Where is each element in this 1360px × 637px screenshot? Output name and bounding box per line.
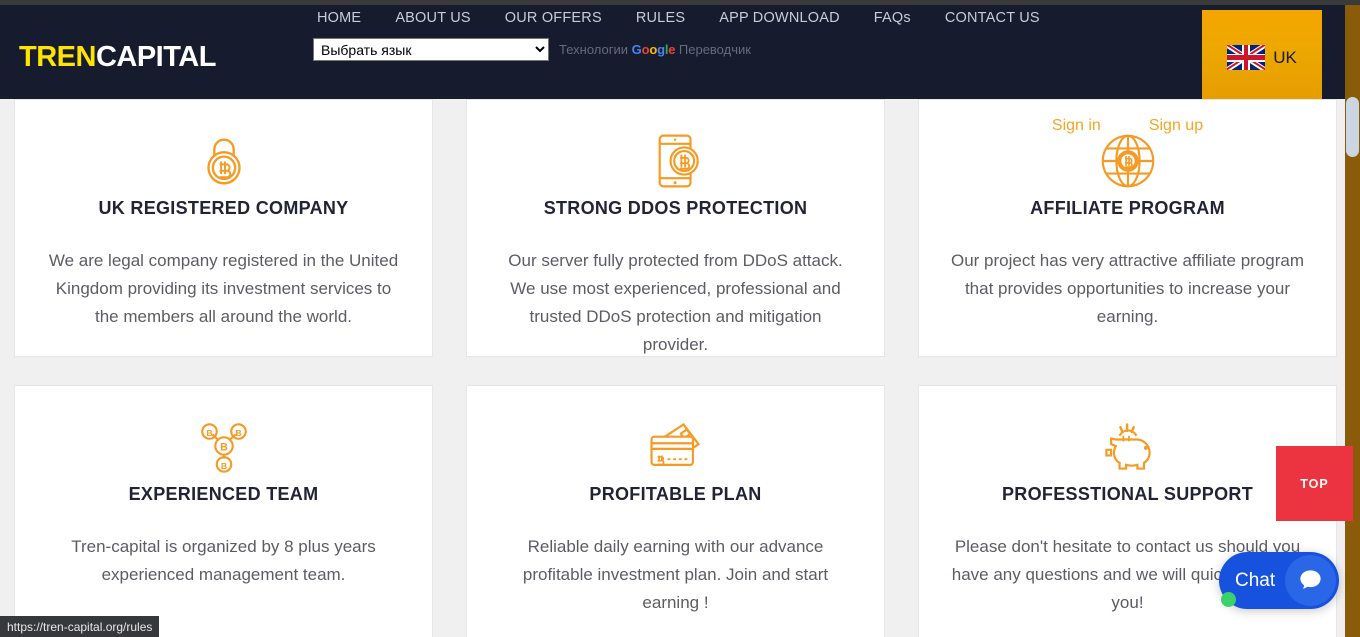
google-letter-g2: g — [657, 42, 665, 57]
nav-item-about-us[interactable]: ABOUT US — [378, 5, 487, 31]
chat-widget-label: Chat — [1235, 570, 1275, 592]
google-letter-g: G — [632, 42, 642, 57]
google-wordmark: Google — [632, 42, 676, 57]
feature-card-title: STRONG DDOS PROTECTION — [487, 198, 864, 219]
language-select[interactable]: Выбрать язык — [313, 38, 549, 61]
chat-online-status-dot — [1221, 592, 1236, 607]
feature-card-uk-registered: UK REGISTERED COMPANY We are legal compa… — [14, 99, 433, 357]
svg-text:B: B — [206, 428, 212, 438]
nav-item-contact-us[interactable]: CONTACT US — [928, 5, 1057, 31]
site-logo[interactable]: TRENCAPITAL — [19, 41, 216, 74]
feature-card-text: Reliable daily earning with our advance … — [487, 533, 864, 617]
chat-bubble-icon — [1285, 555, 1336, 606]
nav-item-app-download[interactable]: APP DOWNLOAD — [702, 5, 857, 31]
globe-bitcoin-icon — [939, 130, 1316, 192]
feature-card-title: UK REGISTERED COMPANY — [35, 198, 412, 219]
svg-text:B: B — [235, 428, 241, 438]
logo-text-secondary: CAPITAL — [96, 41, 216, 73]
scroll-to-top-button[interactable]: TOP — [1276, 446, 1353, 521]
feature-card-title: PROFESSTIONAL SUPPORT — [939, 484, 1316, 505]
locale-badge[interactable]: UK — [1202, 10, 1322, 105]
chat-widget[interactable]: Chat — [1219, 552, 1339, 609]
google-letter-o2: o — [649, 42, 657, 57]
translate-powered-suffix: Переводчик — [679, 42, 751, 57]
logo-text-primary: TREN — [19, 41, 96, 73]
status-url-text: https://tren-capital.org/rules — [7, 620, 152, 634]
uk-flag-icon — [1227, 45, 1265, 70]
feature-card-title: EXPERIENCED TEAM — [35, 484, 412, 505]
feature-card-profitable-plan: PROFITABLE PLAN Reliable daily earning w… — [466, 385, 885, 637]
google-translate-widget: Выбрать язык Технологии Google Переводчи… — [313, 38, 751, 61]
nav-item-our-offers[interactable]: OUR OFFERS — [488, 5, 619, 31]
feature-card-text: Our project has very attractive affiliat… — [939, 247, 1316, 331]
vertical-scrollbar-thumb[interactable] — [1346, 97, 1359, 157]
nav-item-home[interactable]: HOME — [300, 5, 378, 31]
main-content: UK REGISTERED COMPANY We are legal compa… — [0, 99, 1345, 637]
translate-powered-prefix: Технологии — [559, 42, 628, 57]
mobile-bitcoin-icon — [487, 130, 864, 192]
locale-badge-label: UK — [1273, 48, 1297, 68]
sign-in-link[interactable]: Sign in — [1052, 117, 1101, 135]
svg-text:B: B — [220, 461, 226, 471]
feature-card-title: AFFILIATE PROGRAM — [939, 198, 1316, 219]
piggy-bank-icon — [939, 416, 1316, 478]
page-root: TRENCAPITAL HOME ABOUT US OUR OFFERS RUL… — [0, 0, 1360, 637]
credit-cards-bitcoin-icon — [487, 416, 864, 478]
vertical-scrollbar-track[interactable] — [1345, 5, 1360, 637]
feature-card-experienced-team: B B B B EXPERIENCED TEAM Tren-capital is… — [14, 385, 433, 637]
site-header: TRENCAPITAL HOME ABOUT US OUR OFFERS RUL… — [0, 5, 1345, 99]
nav-item-faqs[interactable]: FAQs — [857, 5, 928, 31]
main-navigation: HOME ABOUT US OUR OFFERS RULES APP DOWNL… — [300, 5, 1057, 31]
feature-card-title: PROFITABLE PLAN — [487, 484, 864, 505]
feature-card-text: Our server fully protected from DDoS att… — [487, 247, 864, 359]
feature-card-ddos-protection: STRONG DDOS PROTECTION Our server fully … — [466, 99, 885, 357]
bitcoin-network-icon: B B B B — [35, 416, 412, 478]
padlock-bitcoin-icon — [35, 130, 412, 192]
nav-item-rules[interactable]: RULES — [619, 5, 702, 31]
sign-up-link[interactable]: Sign up — [1149, 117, 1203, 135]
browser-status-url: https://tren-capital.org/rules — [0, 616, 159, 637]
feature-card-text: We are legal company registered in the U… — [35, 247, 412, 331]
feature-card-affiliate-program: Sign in Sign up AFFILIATE PROGRAM — [918, 99, 1337, 357]
translate-powered-by: Технологии Google Переводчик — [559, 42, 751, 57]
feature-card-text: Tren-capital is organized by 8 plus year… — [35, 533, 412, 589]
scroll-to-top-label: TOP — [1300, 477, 1328, 491]
features-grid: UK REGISTERED COMPANY We are legal compa… — [14, 99, 1336, 637]
google-letter-e: e — [668, 42, 675, 57]
svg-text:B: B — [220, 441, 228, 453]
